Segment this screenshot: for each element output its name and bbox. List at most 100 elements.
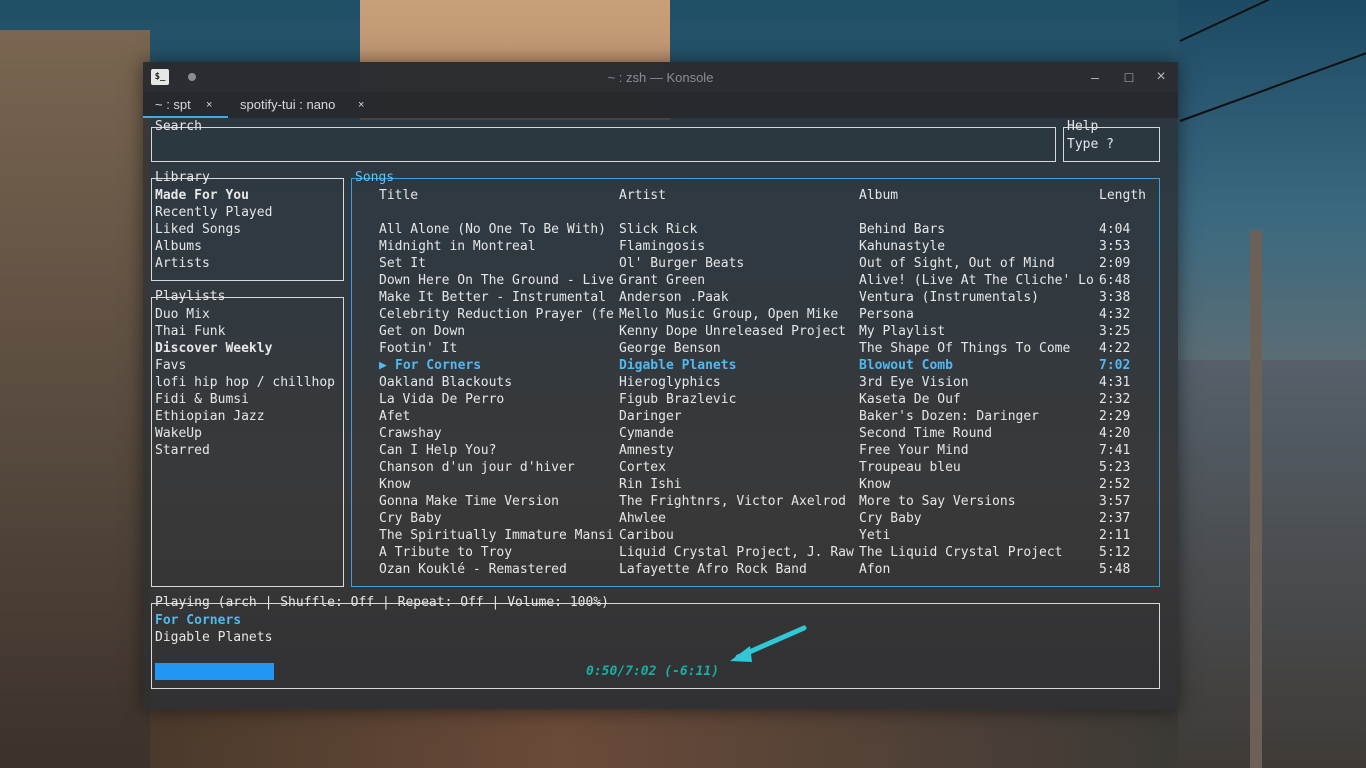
song-row[interactable]: The Spiritually Immature Mansion Caribou Y… — [352, 527, 1159, 544]
song-album: Ventura (Instrumentals) — [859, 290, 1040, 305]
song-row[interactable]: Afet Daringer Baker's Dozen: Daringer 2:29 — [352, 408, 1159, 425]
song-row[interactable]: Footin' It George Benson The Shape Of Thin… — [352, 340, 1159, 357]
song-title: Crawshay — [379, 426, 442, 441]
title-bar[interactable]: $_ ~ : zsh — Konsole – □ × — [143, 62, 1178, 92]
playlist-item[interactable]: Duo Mix — [155, 306, 210, 323]
song-artist: Amnesty — [619, 443, 674, 458]
song-title: Chanson d'un jour d'hiver — [379, 460, 575, 475]
window-title: ~ : zsh — Konsole — [607, 70, 714, 85]
help-title: Help — [1067, 119, 1099, 134]
playlist-item[interactable]: Thai Funk — [155, 323, 225, 340]
songs-header: Title Artist Album Length — [352, 187, 1159, 204]
library-item-artists[interactable]: Artists — [155, 255, 210, 272]
tab-bar: ~ : spt × spotify-tui : nano × — [143, 92, 1178, 118]
help-box: Help Type ? — [1063, 119, 1160, 162]
song-title: Cry Baby — [379, 511, 442, 526]
song-album: Out of Sight, Out of Mind — [859, 256, 1055, 271]
song-row[interactable]: Down Here On The Ground - Live Grant Gree… — [352, 272, 1159, 289]
song-row[interactable]: Midnight in Montreal Flamingosis Kahunasty… — [352, 238, 1159, 255]
song-album: Persona — [859, 307, 914, 322]
song-row[interactable]: Gonna Make Time Version The Frightnrs, Vi… — [352, 493, 1159, 510]
progress-bar-fill[interactable] — [155, 663, 274, 680]
tab-close-icon[interactable]: × — [206, 92, 212, 118]
song-row[interactable]: Make It Better - Instrumental Anderson .P… — [352, 289, 1159, 306]
song-length: 2:37 — [1099, 511, 1131, 526]
song-row-playing[interactable]: For Corners Digable Planets Blowout Comb 7:… — [352, 357, 1159, 374]
library-item-albums[interactable]: Albums — [155, 238, 202, 255]
tab-close-icon[interactable]: × — [358, 92, 364, 118]
song-row[interactable]: Can I Help You? Amnesty Free Your Mind 7:41 — [352, 442, 1159, 459]
song-row[interactable]: Celebrity Reduction Prayer (feat Mello Mu… — [352, 306, 1159, 323]
terminal-area[interactable]: Search Help Type ? Library Made For You … — [143, 118, 1178, 710]
song-album: Yeti — [859, 528, 891, 543]
background-street — [150, 708, 1178, 768]
song-album: More to Say Versions — [859, 494, 1016, 509]
library-item-made-for-you[interactable]: Made For You — [155, 187, 249, 204]
playlist-item[interactable]: WakeUp — [155, 425, 202, 442]
tab-label: spotify-tui : nano — [240, 97, 336, 112]
song-row[interactable]: All Alone (No One To Be With) Slick Rick B… — [352, 221, 1159, 238]
background-sky — [1178, 0, 1366, 360]
song-length: 5:23 — [1099, 460, 1131, 475]
playlist-item[interactable]: Favs — [155, 357, 186, 374]
song-artist: The Frightnrs, Victor Axelrod — [619, 494, 846, 509]
tab-spt[interactable]: ~ : spt × — [143, 92, 228, 118]
playlists-title: Playlists — [155, 289, 226, 304]
song-artist: Ahwlee — [619, 511, 666, 526]
song-length: 4:04 — [1099, 222, 1131, 237]
minimize-button[interactable]: – — [1085, 67, 1105, 87]
search-box[interactable]: Search — [151, 119, 1056, 162]
song-row[interactable]: Set It Ol' Burger Beats Out of Sight, Out … — [352, 255, 1159, 272]
song-artist: Ol' Burger Beats — [619, 256, 745, 271]
song-length: 2:11 — [1099, 528, 1131, 543]
song-title: The Spiritually Immature Mansion — [379, 528, 614, 543]
playlists-box: Playlists Duo Mix Thai Funk Discover Wee… — [151, 289, 344, 587]
header-album[interactable]: Album — [859, 187, 1093, 204]
playlist-item[interactable]: lofi hip hop / chillhop — [155, 374, 335, 391]
song-row[interactable]: La Vida De Perro Figub Brazlevic Kaseta De… — [352, 391, 1159, 408]
background-building-right — [1178, 360, 1366, 768]
song-length: 6:48 — [1099, 273, 1131, 288]
song-artist: Hieroglyphics — [619, 375, 721, 390]
library-item-liked-songs[interactable]: Liked Songs — [155, 221, 241, 238]
song-album: Kaseta De Ouf — [859, 392, 961, 407]
song-artist: Liquid Crystal Project, J. Rawls — [619, 545, 854, 560]
song-artist: Caribou — [619, 528, 674, 543]
library-item-recently-played[interactable]: Recently Played — [155, 204, 272, 221]
song-artist: Figub Brazlevic — [619, 392, 737, 407]
song-album: Behind Bars — [859, 222, 946, 237]
header-artist[interactable]: Artist — [619, 187, 854, 204]
song-row[interactable]: Cry Baby Ahwlee Cry Baby 2:37 — [352, 510, 1159, 527]
song-album: Afon — [859, 562, 891, 577]
song-artist: Digable Planets — [619, 358, 737, 373]
song-length: 3:57 — [1099, 494, 1131, 509]
song-row[interactable]: Get on Down Kenny Dope Unreleased Project… — [352, 323, 1159, 340]
song-row[interactable]: Know Rin Ishi Know 2:52 — [352, 476, 1159, 493]
playlist-item[interactable]: Starred — [155, 442, 210, 459]
song-title: Can I Help You? — [379, 443, 497, 458]
song-album: The Shape Of Things To Come — [859, 341, 1071, 356]
maximize-button[interactable]: □ — [1119, 67, 1139, 87]
song-artist: Mello Music Group, Open Mike — [619, 307, 839, 322]
song-row[interactable]: Crawshay Cymande Second Time Round 4:20 — [352, 425, 1159, 442]
header-title[interactable]: Title — [379, 187, 614, 204]
playlist-item-selected[interactable]: Discover Weekly — [155, 340, 272, 357]
header-length[interactable]: Length — [1099, 187, 1159, 204]
song-row[interactable]: Oakland Blackouts Hieroglyphics 3rd Eye Vi… — [352, 374, 1159, 391]
song-title: All Alone (No One To Be With) — [379, 222, 606, 237]
tab-nano[interactable]: spotify-tui : nano × — [233, 92, 373, 118]
song-artist: Grant Green — [619, 273, 706, 288]
song-title: Down Here On The Ground - Live — [379, 273, 614, 288]
playlist-item[interactable]: Fidi & Bumsi — [155, 391, 249, 408]
song-row[interactable]: Chanson d'un jour d'hiver Cortex Troupeau … — [352, 459, 1159, 476]
song-row[interactable]: A Tribute to Troy Liquid Crystal Project,… — [352, 544, 1159, 561]
song-row[interactable]: Ozan Kouklé - Remastered Lafayette Afro R… — [352, 561, 1159, 578]
tab-label: ~ : spt — [155, 97, 191, 112]
song-length: 2:29 — [1099, 409, 1131, 424]
arrow-annotation-icon — [730, 625, 807, 662]
song-album: The Liquid Crystal Project — [859, 545, 1063, 560]
playlist-item[interactable]: Ethiopian Jazz — [155, 408, 265, 425]
close-window-button[interactable]: × — [1151, 67, 1171, 87]
song-title: Gonna Make Time Version — [379, 494, 560, 509]
song-length: 5:48 — [1099, 562, 1131, 577]
